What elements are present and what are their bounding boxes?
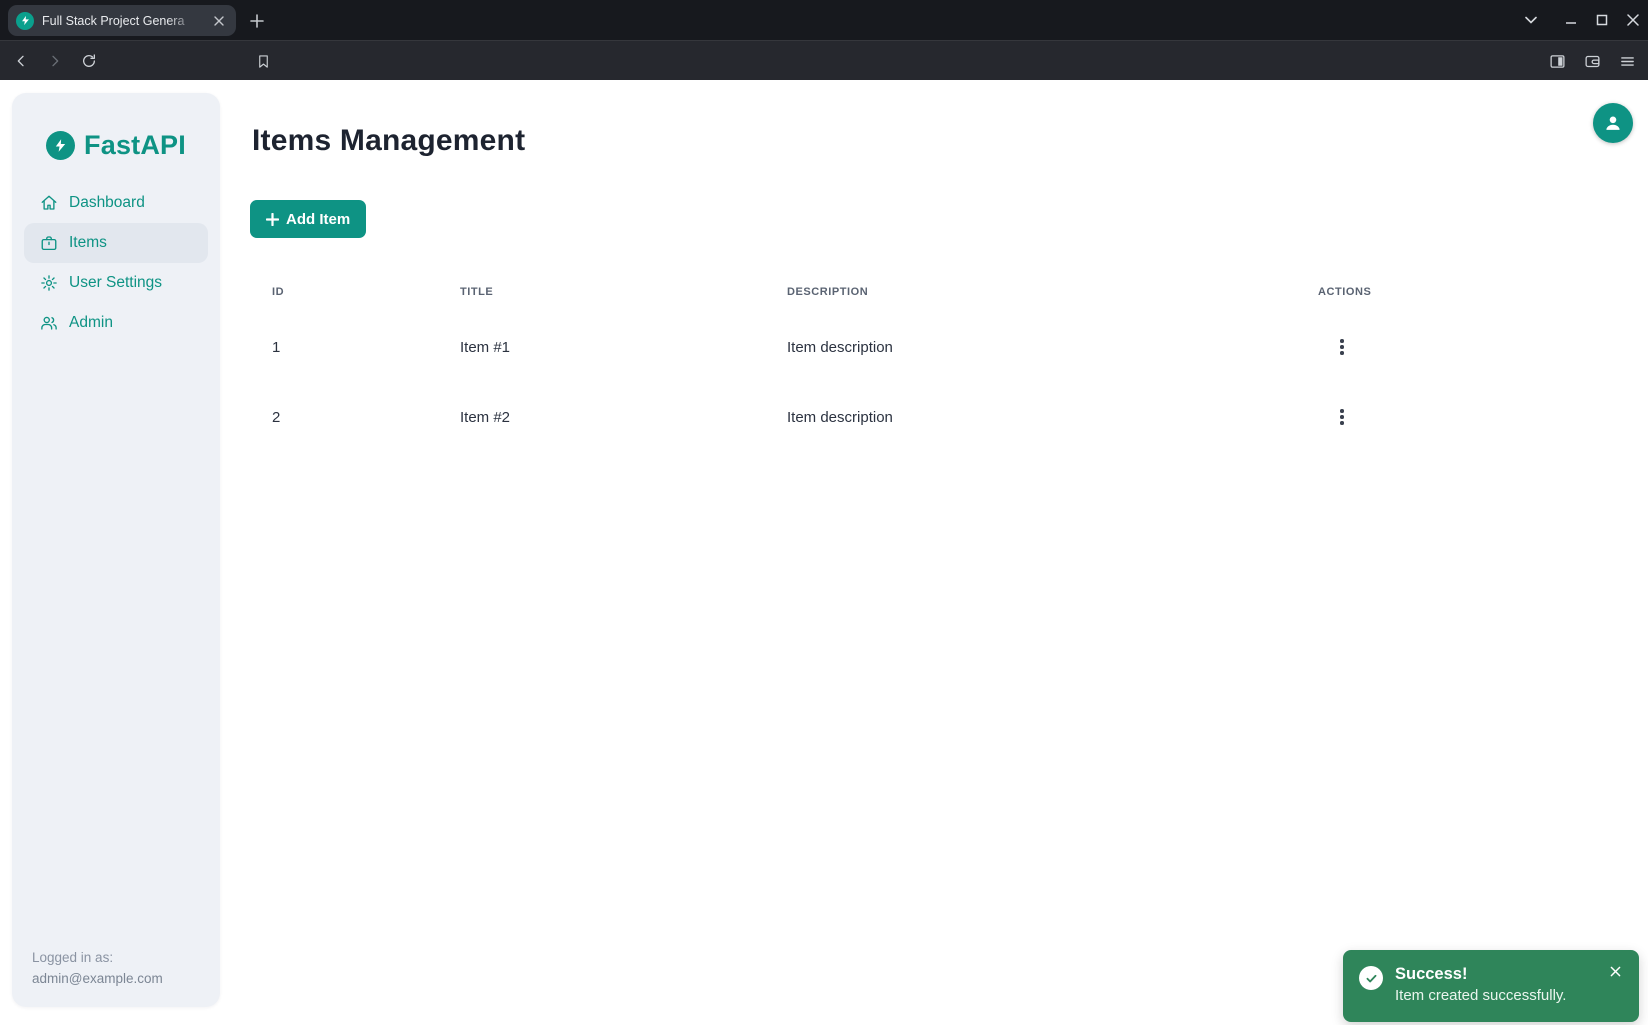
success-toast: Success! Item created successfully. bbox=[1343, 950, 1639, 1022]
maximize-button[interactable] bbox=[1586, 0, 1617, 40]
page-title: Items Management bbox=[252, 124, 525, 158]
row2-kebab-menu-icon[interactable] bbox=[1328, 403, 1356, 431]
fastapi-favicon-icon bbox=[16, 12, 34, 30]
sidebar-item-label: User Settings bbox=[69, 274, 162, 292]
bookmark-icon[interactable] bbox=[248, 46, 278, 76]
tab-search-chevron-icon[interactable] bbox=[1514, 0, 1548, 40]
reload-icon[interactable] bbox=[74, 46, 104, 76]
row2-title-cell: Item #2 bbox=[460, 382, 787, 452]
column-header-description: DESCRIPTION bbox=[787, 272, 1318, 312]
fastapi-lightning-icon bbox=[46, 131, 75, 160]
gear-icon bbox=[40, 274, 58, 292]
new-tab-button[interactable] bbox=[244, 8, 270, 34]
tab-close-icon[interactable] bbox=[210, 12, 228, 30]
briefcase-icon bbox=[40, 234, 58, 252]
brand-name: FastAPI bbox=[84, 130, 186, 161]
back-icon[interactable] bbox=[6, 46, 36, 76]
items-table: ID TITLE DESCRIPTION ACTIONS 1 Item #1 I… bbox=[272, 272, 1398, 452]
sidebar: FastAPI Dashboard Items User Settings bbox=[12, 93, 220, 1007]
window-controls bbox=[1555, 0, 1648, 40]
row2-actions-cell bbox=[1318, 382, 1398, 452]
app-content: FastAPI Dashboard Items User Settings bbox=[0, 80, 1648, 1025]
logged-in-label: Logged in as: bbox=[32, 947, 163, 968]
row1-kebab-menu-icon[interactable] bbox=[1328, 333, 1356, 361]
row2-description-cell: Item description bbox=[787, 382, 1318, 452]
toast-close-icon[interactable] bbox=[1605, 961, 1625, 981]
user-avatar-icon bbox=[1602, 112, 1624, 134]
row1-actions-cell bbox=[1318, 312, 1398, 382]
sidebar-nav: Dashboard Items User Settings Admin bbox=[12, 183, 220, 343]
sidebar-item-label: Items bbox=[69, 234, 107, 252]
logged-in-info: Logged in as: admin@example.com bbox=[32, 947, 163, 989]
sidebar-item-items[interactable]: Items bbox=[24, 223, 208, 263]
row1-description-cell: Item description bbox=[787, 312, 1318, 382]
column-header-id: ID bbox=[272, 272, 460, 312]
row1-id-cell: 1 bbox=[272, 312, 460, 382]
forward-icon[interactable] bbox=[40, 46, 70, 76]
close-window-button[interactable] bbox=[1617, 0, 1648, 40]
sidebar-item-label: Dashboard bbox=[69, 194, 145, 212]
users-icon bbox=[40, 314, 58, 332]
menu-hamburger-icon[interactable] bbox=[1612, 46, 1642, 76]
sidebar-item-admin[interactable]: Admin bbox=[24, 303, 208, 343]
toast-title: Success! bbox=[1395, 963, 1593, 985]
sidebar-item-label: Admin bbox=[69, 314, 113, 332]
fastapi-logo[interactable]: FastAPI bbox=[12, 93, 220, 161]
home-icon bbox=[40, 194, 58, 212]
sidebar-panel-icon[interactable] bbox=[1542, 46, 1572, 76]
minimize-button[interactable] bbox=[1555, 0, 1586, 40]
browser-tab-bar: Full Stack Project Genera bbox=[0, 0, 1648, 40]
column-header-title: TITLE bbox=[460, 272, 787, 312]
add-item-label: Add Item bbox=[286, 211, 350, 228]
row2-id-cell: 2 bbox=[272, 382, 460, 452]
toolbar-right-icons bbox=[1542, 46, 1642, 76]
wallet-icon[interactable] bbox=[1577, 46, 1607, 76]
check-circle-icon bbox=[1359, 966, 1383, 990]
tab-title: Full Stack Project Genera bbox=[42, 14, 202, 28]
browser-toolbar: localhost/items 1 bbox=[0, 40, 1648, 80]
sidebar-item-dashboard[interactable]: Dashboard bbox=[24, 183, 208, 223]
user-avatar-button[interactable] bbox=[1593, 103, 1633, 143]
toast-message: Item created successfully. bbox=[1395, 985, 1593, 1007]
column-header-actions: ACTIONS bbox=[1318, 272, 1398, 312]
logged-in-email: admin@example.com bbox=[32, 968, 163, 989]
browser-tab[interactable]: Full Stack Project Genera bbox=[8, 5, 236, 36]
plus-icon bbox=[266, 213, 279, 226]
row1-title-cell: Item #1 bbox=[460, 312, 787, 382]
add-item-button[interactable]: Add Item bbox=[250, 200, 366, 238]
sidebar-item-user-settings[interactable]: User Settings bbox=[24, 263, 208, 303]
